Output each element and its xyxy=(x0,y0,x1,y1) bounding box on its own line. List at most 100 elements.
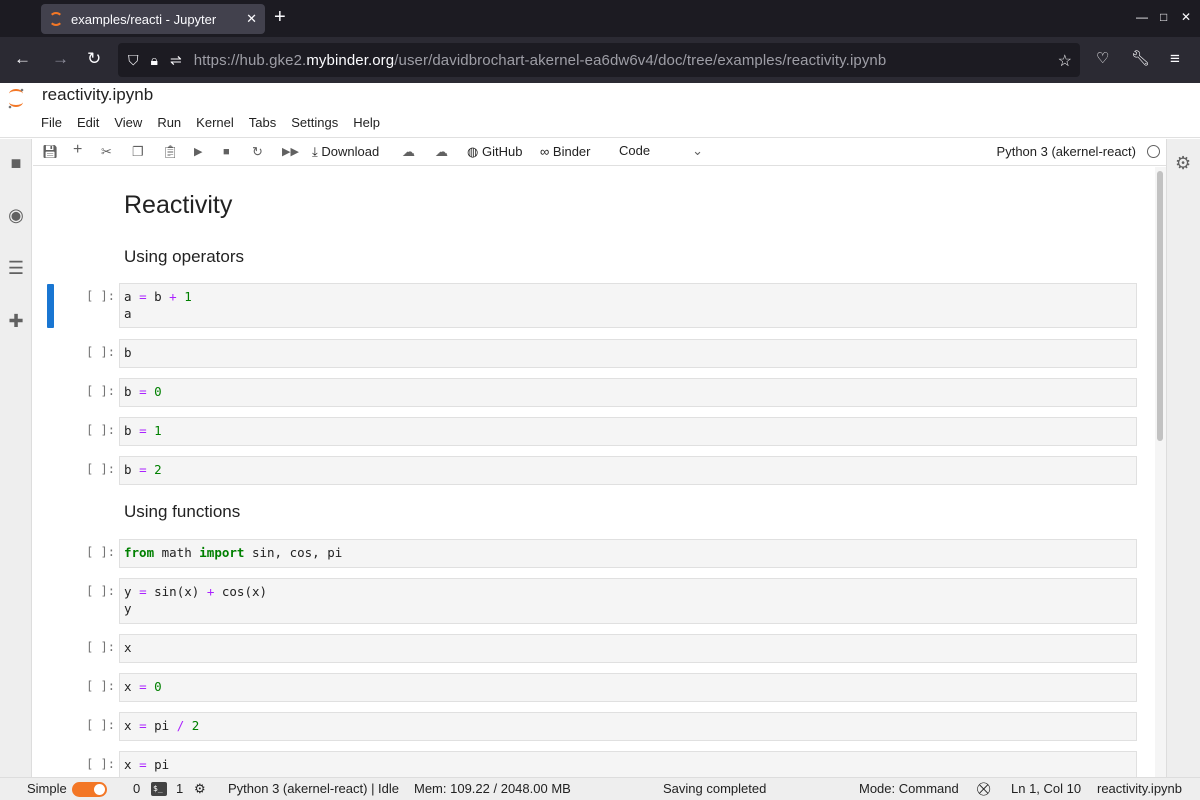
cell-prompt: [ ]: xyxy=(86,757,115,771)
binder-icon: ∞ xyxy=(540,144,550,159)
back-icon[interactable]: ← xyxy=(14,49,31,69)
url-bar[interactable]: ⛉ 🔒︎ ⇌ https://hub.gke2.mybinder.org/use… xyxy=(118,43,1080,77)
forward-icon[interactable]: → xyxy=(52,49,69,69)
minimize-window-icon[interactable]: — xyxy=(1136,10,1148,24)
code-text: y = sin(x) + cos(x) y xyxy=(124,584,268,616)
browser-tab[interactable]: examples/reacti - Jupyter ✕ xyxy=(41,4,265,34)
jupyter-header: reactivity.ipynb File Edit View Run Kern… xyxy=(0,83,1200,138)
current-file: reactivity.ipynb xyxy=(1097,781,1183,796)
binder-button[interactable]: ∞ Binder xyxy=(540,143,590,161)
cell-prompt: [ ]: xyxy=(86,289,115,303)
code-cell-6[interactable]: from math import sin, cos, pi xyxy=(119,539,1137,568)
code-text: from math import sin, cos, pi xyxy=(124,545,343,560)
extensions-wrench-icon[interactable]: 🔧︎ xyxy=(1131,49,1150,69)
permissions-icon[interactable]: ⇌ xyxy=(170,52,182,69)
notebook-title[interactable]: reactivity.ipynb xyxy=(42,85,153,105)
cell-prompt: [ ]: xyxy=(86,679,115,693)
code-cell-5[interactable]: b = 2 xyxy=(119,456,1137,485)
code-cell-1[interactable]: a = b + 1 a xyxy=(119,283,1137,328)
maximize-window-icon[interactable]: □ xyxy=(1160,10,1167,24)
menu-edit[interactable]: Edit xyxy=(77,115,99,130)
download-button[interactable]: ⤓ Download xyxy=(312,143,379,161)
interrupt-stop-icon[interactable]: ■ xyxy=(223,143,230,161)
pocket-icon[interactable]: ♡ xyxy=(1096,49,1109,69)
table-of-contents-icon[interactable]: ☰ xyxy=(6,258,26,278)
cut-icon[interactable]: ✂ xyxy=(101,143,112,161)
reload-icon[interactable]: ↻ xyxy=(87,49,101,69)
main-menu: File Edit View Run Kernel Tabs Settings … xyxy=(41,115,395,130)
github-icon: ◍ xyxy=(467,144,479,159)
menu-kernel[interactable]: Kernel xyxy=(196,115,234,130)
code-cell-3[interactable]: b = 0 xyxy=(119,378,1137,407)
cell-type-value: Code xyxy=(619,143,651,158)
notebook-toolbar: 💾︎ + ✂ ❐ 📋︎ ▶ ■ ↻ ▶▶ ⤓ Download ☁ ☁ ◍ Gi… xyxy=(33,139,1166,166)
property-inspector-gear-icon[interactable]: ⚙ xyxy=(1175,153,1191,174)
restart-icon[interactable]: ↻ xyxy=(252,143,263,161)
new-tab-icon[interactable]: + xyxy=(274,6,286,29)
cell-type-select[interactable]: Code ⌄ xyxy=(619,143,703,158)
code-cell-4[interactable]: b = 1 xyxy=(119,417,1137,446)
bookmark-star-icon[interactable]: ☆ xyxy=(1058,51,1072,71)
code-cell-11[interactable]: x = pi xyxy=(119,751,1137,777)
lock-icon[interactable]: 🔒︎ xyxy=(151,52,158,69)
kernels-count[interactable]: 1 xyxy=(176,781,183,796)
terminals-count[interactable]: 0 xyxy=(133,781,140,796)
scrollbar-thumb[interactable] xyxy=(1157,171,1163,441)
paste-icon[interactable]: 📋︎ xyxy=(162,143,179,161)
notebook-panel: Reactivity Using operators [ ]: a = b + … xyxy=(33,167,1166,777)
kernel-name[interactable]: Python 3 (akernel-react) xyxy=(997,144,1136,159)
browser-nav-bar: ← → ↻ ⛉ 🔒︎ ⇌ https://hub.gke2.mybinder.o… xyxy=(0,37,1200,83)
copy-icon[interactable]: ❐ xyxy=(132,143,144,161)
code-text: b = 1 xyxy=(124,423,162,438)
code-cell-9[interactable]: x = 0 xyxy=(119,673,1137,702)
cell-prompt: [ ]: xyxy=(86,384,115,398)
menu-view[interactable]: View xyxy=(114,115,142,130)
run-icon[interactable]: ▶ xyxy=(194,143,202,161)
menu-hamburger-icon[interactable]: ≡ xyxy=(1170,49,1180,69)
terminal-icon[interactable]: $_ xyxy=(151,782,167,796)
close-window-icon[interactable]: ✕ xyxy=(1181,10,1191,24)
github-button[interactable]: ◍ GitHub xyxy=(467,143,522,161)
left-sidebar: ■ ◉ ☰ ✚ xyxy=(0,139,32,777)
close-tab-icon[interactable]: ✕ xyxy=(246,11,257,27)
notebook-mode: Mode: Command xyxy=(859,781,959,796)
menu-tabs[interactable]: Tabs xyxy=(249,115,276,130)
url-text[interactable]: https://hub.gke2.mybinder.org/user/david… xyxy=(194,52,887,69)
cell-prompt: [ ]: xyxy=(86,640,115,654)
status-bar: Simple 0 $_ 1 ⚙ Python 3 (akernel-react)… xyxy=(0,777,1200,800)
insert-cell-icon[interactable]: + xyxy=(73,141,82,159)
menu-settings[interactable]: Settings xyxy=(291,115,338,130)
file-browser-folder-icon[interactable]: ■ xyxy=(6,153,26,173)
tab-title: examples/reacti - Jupyter xyxy=(71,11,217,27)
save-icon[interactable]: 💾︎ xyxy=(42,143,59,161)
right-sidebar: ⚙ xyxy=(1166,139,1200,777)
kernel-gear-icon[interactable]: ⚙ xyxy=(194,781,206,797)
restart-run-all-icon[interactable]: ▶▶ xyxy=(282,143,299,161)
code-cell-10[interactable]: x = pi / 2 xyxy=(119,712,1137,741)
code-text: b = 0 xyxy=(124,384,162,399)
cell-prompt: [ ]: xyxy=(86,718,115,732)
code-cell-8[interactable]: x xyxy=(119,634,1137,663)
trusted-shield-icon[interactable]: ⛒ xyxy=(977,781,990,797)
menu-file[interactable]: File xyxy=(41,115,62,130)
notebook-scrollbar[interactable] xyxy=(1155,167,1166,777)
kernel-status[interactable]: Python 3 (akernel-react) | Idle xyxy=(228,781,399,796)
simple-mode-toggle[interactable] xyxy=(72,782,107,797)
code-text: x = pi xyxy=(124,757,170,772)
menu-run[interactable]: Run xyxy=(157,115,181,130)
shield-icon[interactable]: ⛉ xyxy=(128,52,139,69)
cloud-upload-icon[interactable]: ☁ xyxy=(435,143,448,161)
code-cell-2[interactable]: b xyxy=(119,339,1137,368)
cursor-position[interactable]: Ln 1, Col 10 xyxy=(1011,781,1081,796)
running-sessions-icon[interactable]: ◉ xyxy=(6,205,26,225)
download-icon: ⤓ xyxy=(312,144,318,159)
cloud-download-icon[interactable]: ☁ xyxy=(402,143,415,161)
menu-help[interactable]: Help xyxy=(353,115,380,130)
code-text: x xyxy=(124,640,132,655)
markdown-heading-operators[interactable]: Using operators xyxy=(124,247,244,267)
markdown-heading-functions[interactable]: Using functions xyxy=(124,502,240,522)
markdown-heading-reactivity[interactable]: Reactivity xyxy=(124,191,232,220)
code-cell-7[interactable]: y = sin(x) + cos(x) y xyxy=(119,578,1137,624)
memory-usage: Mem: 109.22 / 2048.00 MB xyxy=(414,781,571,796)
extensions-puzzle-icon[interactable]: ✚ xyxy=(6,311,26,331)
